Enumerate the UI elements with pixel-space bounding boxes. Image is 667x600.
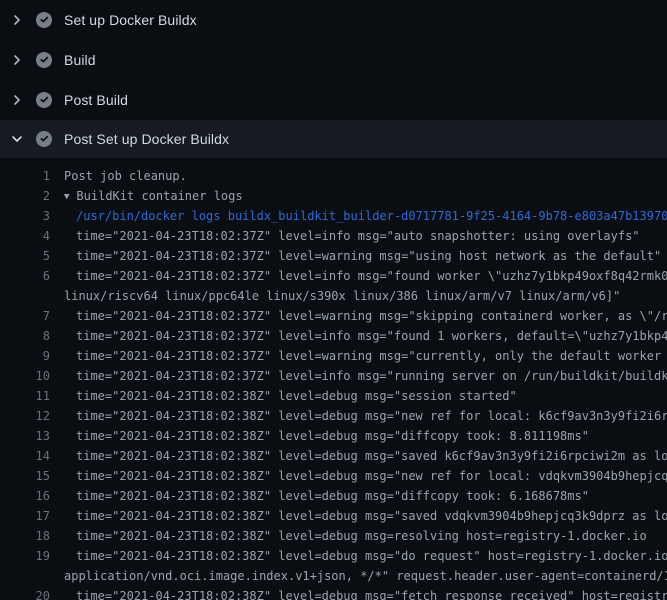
log-line: 6 time="2021-04-23T18:02:37Z" level=info… [0, 266, 667, 286]
log-line: 7 time="2021-04-23T18:02:37Z" level=warn… [0, 306, 667, 326]
log-line-text: time="2021-04-23T18:02:38Z" level=debug … [50, 506, 667, 526]
step-row-1[interactable]: Build [0, 40, 667, 80]
log-line: 12 time="2021-04-23T18:02:38Z" level=deb… [0, 406, 667, 426]
chevron-right-icon[interactable] [9, 12, 25, 28]
log-line: linux/riscv64 linux/ppc64le linux/s390x … [0, 286, 667, 306]
log-line-number[interactable]: 18 [0, 526, 50, 546]
log-line-number[interactable]: 16 [0, 486, 50, 506]
log-line-text: time="2021-04-23T18:02:37Z" level=info m… [50, 266, 667, 286]
log-line-text: time="2021-04-23T18:02:37Z" level=warnin… [50, 346, 667, 366]
log-line: 14 time="2021-04-23T18:02:38Z" level=deb… [0, 446, 667, 466]
log-line-text: time="2021-04-23T18:02:38Z" level=debug … [50, 446, 667, 466]
check-circle-icon [36, 52, 52, 68]
log-line-text: time="2021-04-23T18:02:38Z" level=debug … [50, 466, 667, 486]
log-line-text: /usr/bin/docker logs buildx_buildkit_bui… [50, 206, 667, 226]
log-line-number[interactable]: 3 [0, 206, 50, 226]
step-row-2[interactable]: Post Build [0, 80, 667, 120]
log-line-number[interactable]: 14 [0, 446, 50, 466]
log-line-text: time="2021-04-23T18:02:38Z" level=debug … [50, 386, 517, 406]
chevron-right-icon[interactable] [9, 92, 25, 108]
log-line-text: time="2021-04-23T18:02:38Z" level=debug … [50, 426, 589, 446]
log-line-text: time="2021-04-23T18:02:38Z" level=debug … [50, 526, 647, 546]
step-row-0[interactable]: Set up Docker Buildx [0, 0, 667, 40]
log-line: 10 time="2021-04-23T18:02:37Z" level=inf… [0, 366, 667, 386]
log-line-number[interactable]: 15 [0, 466, 50, 486]
log-line-text: time="2021-04-23T18:02:38Z" level=debug … [50, 486, 589, 506]
steps-list: Set up Docker Buildx Build Post Build [0, 0, 667, 158]
log-line: 20 time="2021-04-23T18:02:38Z" level=deb… [0, 586, 667, 600]
log-line: 19 time="2021-04-23T18:02:38Z" level=deb… [0, 546, 667, 566]
log-line-text: Post job cleanup. [50, 166, 187, 186]
log-line-number[interactable]: 1 [0, 166, 50, 186]
check-circle-icon [36, 12, 52, 28]
step-label: Build [64, 52, 96, 68]
log-line: 13 time="2021-04-23T18:02:38Z" level=deb… [0, 426, 667, 446]
chevron-down-icon[interactable] [9, 131, 25, 147]
log-line-number [0, 286, 50, 306]
log-line-number[interactable]: 2 [0, 186, 50, 206]
log-line-text: time="2021-04-23T18:02:37Z" level=warnin… [50, 246, 661, 266]
workflow-log-panel: Set up Docker Buildx Build Post Build [0, 0, 667, 600]
check-circle-icon [36, 92, 52, 108]
log-line: 3 /usr/bin/docker logs buildx_buildkit_b… [0, 206, 667, 226]
log-line: 4 time="2021-04-23T18:02:37Z" level=info… [0, 226, 667, 246]
log-line-text: time="2021-04-23T18:02:37Z" level=info m… [50, 226, 640, 246]
log-line: 16 time="2021-04-23T18:02:38Z" level=deb… [0, 486, 667, 506]
log-line-text: time="2021-04-23T18:02:37Z" level=warnin… [50, 306, 667, 326]
log-line-number[interactable]: 6 [0, 266, 50, 286]
log-line-number[interactable]: 7 [0, 306, 50, 326]
log-line-number[interactable]: 17 [0, 506, 50, 526]
log-line-number[interactable]: 11 [0, 386, 50, 406]
log-line: 17 time="2021-04-23T18:02:38Z" level=deb… [0, 506, 667, 526]
log-line-number[interactable]: 5 [0, 246, 50, 266]
log-line: 1 Post job cleanup. [0, 166, 667, 186]
group-expander-icon[interactable]: ▼ [64, 187, 69, 206]
log-line-text: time="2021-04-23T18:02:37Z" level=info m… [50, 326, 667, 346]
step-label: Set up Docker Buildx [64, 12, 197, 28]
log-line-text: ▼ BuildKit container logs [50, 186, 243, 206]
log-line: 2 ▼ BuildKit container logs [0, 186, 667, 206]
log-line-text: time="2021-04-23T18:02:37Z" level=info m… [50, 366, 667, 386]
log-line: application/vnd.oci.image.index.v1+json,… [0, 566, 667, 586]
step-label: Post Build [64, 92, 128, 108]
log-line-number[interactable]: 13 [0, 426, 50, 446]
step-row-3[interactable]: Post Set up Docker Buildx [0, 120, 667, 158]
chevron-right-icon[interactable] [9, 52, 25, 68]
log-container: 1 Post job cleanup. 2 ▼ BuildKit container… [0, 158, 667, 600]
log-line: 5 time="2021-04-23T18:02:37Z" level=warn… [0, 246, 667, 266]
log-line-number[interactable]: 8 [0, 326, 50, 346]
log-line-text: time="2021-04-23T18:02:38Z" level=debug … [50, 406, 667, 426]
log-line-number[interactable]: 10 [0, 366, 50, 386]
log-line-text: linux/riscv64 linux/ppc64le linux/s390x … [50, 286, 620, 306]
check-circle-icon [36, 131, 52, 147]
log-line-text: time="2021-04-23T18:02:38Z" level=debug … [50, 586, 667, 600]
log-line-number[interactable]: 4 [0, 226, 50, 246]
log-line-text: time="2021-04-23T18:02:38Z" level=debug … [50, 546, 667, 566]
step-label: Post Set up Docker Buildx [64, 131, 229, 147]
log-line-number[interactable]: 9 [0, 346, 50, 366]
log-line-number[interactable]: 20 [0, 586, 50, 600]
log-line-number[interactable]: 19 [0, 546, 50, 566]
log-line: 9 time="2021-04-23T18:02:37Z" level=warn… [0, 346, 667, 366]
log-line-text: application/vnd.oci.image.index.v1+json,… [50, 566, 667, 586]
log-line: 11 time="2021-04-23T18:02:38Z" level=deb… [0, 386, 667, 406]
log-line-number[interactable]: 12 [0, 406, 50, 426]
log-line: 18 time="2021-04-23T18:02:38Z" level=deb… [0, 526, 667, 546]
log-line: 15 time="2021-04-23T18:02:38Z" level=deb… [0, 466, 667, 486]
log-line: 8 time="2021-04-23T18:02:37Z" level=info… [0, 326, 667, 346]
group-header-label: BuildKit container logs [76, 189, 242, 203]
log-line-number [0, 566, 50, 586]
